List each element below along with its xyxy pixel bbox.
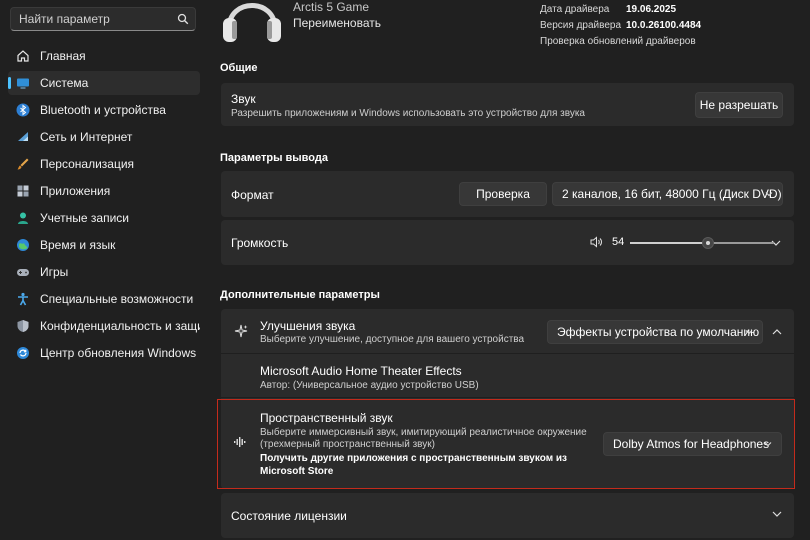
system-icon	[16, 76, 30, 90]
network-icon	[16, 130, 30, 144]
search-input[interactable]	[11, 8, 171, 30]
section-title-advanced: Дополнительные параметры	[220, 289, 380, 301]
sidebar-item-label: Конфиденциальность и защита	[40, 319, 200, 333]
sidebar-item-label: Персонализация	[40, 157, 135, 171]
enhancements-dropdown[interactable]: Эффекты устройства по умолчанию	[547, 320, 763, 344]
sidebar-item-label: Учетные записи	[40, 211, 129, 225]
license-status-card[interactable]: Состояние лицензии	[221, 493, 794, 538]
enhancements-card: Улучшения звука Выберите улучшение, дост…	[221, 309, 794, 353]
main-content: Arctis 5 Game Переименовать Дата драйвер…	[205, 0, 810, 540]
highlight-frame	[217, 399, 795, 489]
section-title-output: Параметры вывода	[220, 152, 328, 164]
sidebar-item-label: Приложения	[40, 184, 111, 198]
driver-version-label: Версия драйвера	[540, 20, 622, 31]
accounts-icon	[16, 211, 30, 225]
gamepad-icon	[16, 265, 30, 279]
search-box[interactable]	[10, 7, 196, 31]
ms-audio-effects-title: Microsoft Audio Home Theater Effects	[260, 364, 462, 378]
speaker-icon[interactable]	[590, 236, 603, 248]
volume-value: 54	[612, 236, 625, 248]
sidebar: Главная Система Bluetooth и устройства С…	[0, 0, 205, 540]
sidebar-item-label: Главная	[40, 49, 86, 63]
sidebar-item-label: Сеть и Интернет	[40, 130, 133, 144]
headphones-image	[223, 3, 281, 42]
sidebar-item-privacy[interactable]: Конфиденциальность и защита	[8, 314, 200, 338]
bluetooth-icon	[16, 103, 30, 117]
format-value: 2 каналов, 16 бит, 48000 Гц (Диск DVD)	[562, 187, 782, 201]
volume-slider[interactable]	[630, 237, 774, 249]
sidebar-item-label: Система	[40, 76, 89, 90]
sidebar-item-label: Игры	[40, 265, 69, 279]
sidebar-item-network[interactable]: Сеть и Интернет	[8, 125, 200, 149]
enhancements-title: Улучшения звука	[260, 319, 356, 333]
driver-version-value: 10.0.26100.4484	[626, 20, 702, 31]
sidebar-item-windows-update[interactable]: Центр обновления Windows	[8, 341, 200, 365]
ms-audio-effects-author: Автор: (Универсальное аудио устройство U…	[260, 380, 479, 391]
chevron-down-icon[interactable]	[771, 508, 783, 520]
format-label: Формат	[231, 188, 274, 202]
sidebar-item-time-language[interactable]: Время и язык	[8, 233, 200, 257]
home-icon	[16, 49, 30, 63]
test-button[interactable]: Проверка	[459, 182, 547, 206]
accessibility-icon	[16, 292, 30, 306]
sidebar-item-label: Время и язык	[40, 238, 116, 252]
driver-date-label: Дата драйвера	[540, 4, 610, 15]
sidebar-nav: Главная Система Bluetooth и устройства С…	[8, 44, 200, 368]
enhancements-desc: Выберите улучшение, доступное для вашего…	[260, 334, 525, 345]
shield-icon	[16, 319, 30, 333]
chevron-down-icon	[745, 330, 753, 335]
enhancements-value: Эффекты устройства по умолчанию	[557, 325, 760, 339]
globe-icon	[16, 238, 30, 252]
sidebar-item-gaming[interactable]: Игры	[8, 260, 200, 284]
sidebar-item-label: Bluetooth и устройства	[40, 103, 166, 117]
sidebar-item-accounts[interactable]: Учетные записи	[8, 206, 200, 230]
disallow-button[interactable]: Не разрешать	[695, 92, 783, 118]
sidebar-item-home[interactable]: Главная	[8, 44, 200, 68]
sidebar-item-bluetooth[interactable]: Bluetooth и устройства	[8, 98, 200, 122]
check-driver-updates-link[interactable]: Проверка обновлений драйверов	[540, 36, 696, 47]
sidebar-item-accessibility[interactable]: Специальные возможности	[8, 287, 200, 311]
device-name: Arctis 5 Game	[293, 0, 370, 14]
brush-icon	[16, 157, 30, 171]
format-dropdown[interactable]: 2 каналов, 16 бит, 48000 Гц (Диск DVD)	[552, 182, 783, 206]
driver-date-row: Дата драйвера 19.06.2025	[540, 4, 676, 15]
driver-version-row: Версия драйвера 10.0.26100.4484	[540, 20, 701, 31]
apps-icon	[16, 184, 30, 198]
sidebar-item-system[interactable]: Система	[8, 71, 200, 95]
update-icon	[16, 346, 30, 360]
volume-label: Громкость	[231, 236, 289, 250]
ms-audio-effects-row: Microsoft Audio Home Theater Effects Авт…	[221, 353, 794, 397]
audio-permission-desc: Разрешить приложениям и Windows использо…	[231, 108, 585, 119]
section-title-general: Общие	[220, 62, 258, 74]
sidebar-item-apps[interactable]: Приложения	[8, 179, 200, 203]
sidebar-item-label: Специальные возможности	[40, 292, 194, 306]
audio-permission-card: Звук Разрешить приложениям и Windows исп…	[221, 83, 794, 126]
rename-link[interactable]: Переименовать	[293, 16, 381, 30]
volume-slider-fill	[630, 242, 708, 244]
sidebar-item-personalization[interactable]: Персонализация	[8, 152, 200, 176]
audio-permission-title: Звук	[231, 92, 256, 106]
format-card: Формат Проверка 2 каналов, 16 бит, 48000…	[221, 171, 794, 217]
search-icon[interactable]	[177, 13, 189, 25]
sparkle-icon	[234, 324, 248, 338]
chevron-down-icon	[765, 192, 773, 197]
chevron-up-icon[interactable]	[771, 326, 783, 338]
license-status-title: Состояние лицензии	[231, 509, 347, 523]
volume-slider-thumb[interactable]	[702, 237, 714, 249]
sidebar-item-label: Центр обновления Windows	[40, 346, 197, 360]
driver-date-value: 19.06.2025	[626, 4, 677, 15]
